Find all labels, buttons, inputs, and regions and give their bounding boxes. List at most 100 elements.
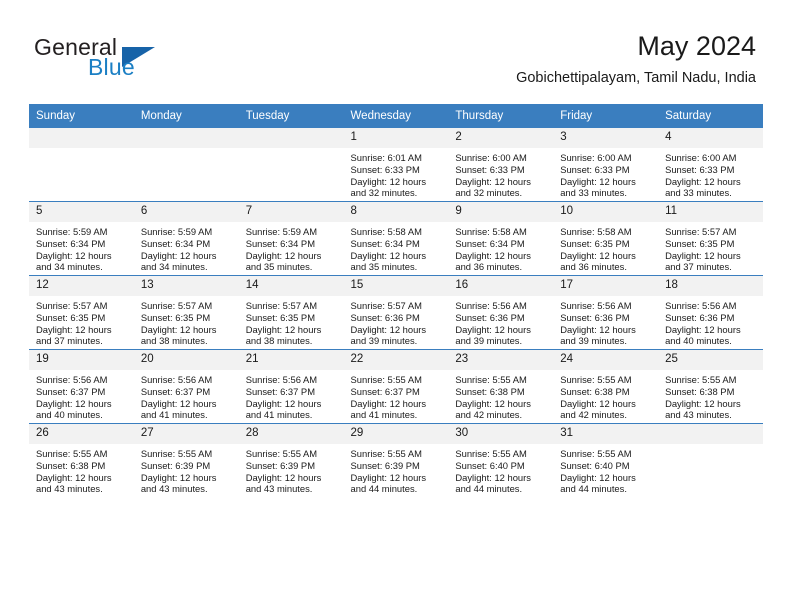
sunrise-text: Sunrise: 5:56 AM <box>665 300 737 311</box>
sunrise-text: Sunrise: 6:01 AM <box>350 152 422 163</box>
sunrise-text: Sunrise: 5:55 AM <box>140 448 213 459</box>
calendar-day-cell[interactable]: 9 Sunrise: 5:58 AM Sunset: 6:34 PM Daylight… <box>448 201 554 276</box>
calendar-day-cell[interactable]: 7 Sunrise: 5:59 AM Sunset: 6:34 PM Daylight… <box>238 201 344 276</box>
page-title: May 2024 <box>637 31 756 61</box>
calendar-day-cell[interactable]: 12 Sunrise: 5:57 AM Sunset: 6:35 PM Dayligh… <box>29 275 134 350</box>
weekday-header-sunday: Sunday <box>29 104 134 128</box>
calendar-day-cell[interactable]: 15 Sunrise: 5:57 AM Sunset: 6:36 PM Dayligh… <box>343 275 449 350</box>
sunrise-text: Sunrise: 6:00 AM <box>665 152 737 163</box>
sunrise-text: Sunrise: 5:58 AM <box>455 226 527 237</box>
calendar-day-cell[interactable]: 26 Sunrise: 5:55 AM Sunset: 6:38 PM Dayligh… <box>29 423 134 497</box>
daylight-text-line2: and 34 minutes. <box>140 261 208 273</box>
day-number <box>238 128 344 148</box>
day-details: Sunrise: 5:55 AM Sunset: 6:38 PM Daylight:… <box>658 370 763 421</box>
day-details: Sunrise: 5:55 AM Sunset: 6:39 PM Daylight:… <box>134 444 239 495</box>
daylight-text-line1: Daylight: 12 hours <box>350 175 427 187</box>
day-number: 19 <box>29 350 134 370</box>
general-blue-logo[interactable]: General Blue <box>34 34 234 86</box>
calendar-day-cell[interactable]: 31 Sunrise: 5:55 AM Sunset: 6:40 PM Dayligh… <box>553 423 659 497</box>
weekday-header-saturday: Saturday <box>658 104 763 128</box>
sunrise-text: Sunrise: 5:55 AM <box>36 448 108 459</box>
sunrise-text: Sunrise: 5:56 AM <box>245 374 318 385</box>
sunrise-text: Sunrise: 5:57 AM <box>245 300 318 311</box>
daylight-text-line2: and 41 minutes. <box>245 409 313 421</box>
calendar-day-cell[interactable]: 22 Sunrise: 5:55 AM Sunset: 6:37 PM Dayligh… <box>343 349 449 424</box>
calendar-day-cell[interactable]: 1 Sunrise: 6:01 AM Sunset: 6:33 PM Daylight… <box>343 128 449 202</box>
calendar-day-cell[interactable]: 20 Sunrise: 5:56 AM Sunset: 6:37 PM Dayligh… <box>133 349 239 424</box>
sunrise-text: Sunrise: 5:57 AM <box>665 226 737 237</box>
calendar-day-cell[interactable]: 23 Sunrise: 5:55 AM Sunset: 6:38 PM Dayligh… <box>448 349 554 424</box>
sunrise-text: Sunrise: 5:56 AM <box>455 300 527 311</box>
logo-text-blue: Blue <box>88 54 135 80</box>
sunset-text: Sunset: 6:38 PM <box>36 459 106 471</box>
day-details: Sunrise: 5:59 AM Sunset: 6:34 PM Daylight:… <box>134 222 239 273</box>
day-details: Sunrise: 5:58 AM Sunset: 6:34 PM Daylight:… <box>344 222 449 273</box>
daylight-text-line2: and 39 minutes. <box>455 335 523 347</box>
calendar-day-cell[interactable]: 4 Sunrise: 6:00 AM Sunset: 6:33 PM Daylight… <box>658 128 763 202</box>
calendar-day-cell[interactable]: 21 Sunrise: 5:56 AM Sunset: 6:37 PM Dayligh… <box>238 349 344 424</box>
daylight-text-line1: Daylight: 12 hours <box>140 471 217 483</box>
day-number <box>133 128 239 148</box>
day-details: Sunrise: 5:56 AM Sunset: 6:37 PM Daylight:… <box>239 370 344 421</box>
calendar-day-cell[interactable]: 29 Sunrise: 5:55 AM Sunset: 6:39 PM Dayligh… <box>343 423 449 497</box>
calendar-week-row: 12 Sunrise: 5:57 AM Sunset: 6:35 PM Dayligh… <box>29 275 763 350</box>
calendar-day-cell[interactable]: 24 Sunrise: 5:55 AM Sunset: 6:38 PM Dayligh… <box>553 349 659 424</box>
day-number: 27 <box>133 424 239 444</box>
sunset-text: Sunset: 6:34 PM <box>245 237 315 249</box>
sunrise-text: Sunrise: 6:00 AM <box>455 152 527 163</box>
calendar-grid: Sunday Monday Tuesday Wednesday Thursday Frid… <box>29 104 763 497</box>
daylight-text-line1: Daylight: 12 hours <box>350 397 427 409</box>
daylight-text-line2: and 33 minutes. <box>665 187 732 199</box>
sunset-text: Sunset: 6:35 PM <box>245 311 315 323</box>
calendar-day-cell[interactable]: 28 Sunrise: 5:55 AM Sunset: 6:39 PM Dayligh… <box>238 423 344 497</box>
day-details: Sunrise: 5:57 AM Sunset: 6:35 PM Daylight:… <box>239 296 344 347</box>
calendar-day-cell[interactable]: 5 Sunrise: 5:59 AM Sunset: 6:34 PM Daylight… <box>29 201 134 276</box>
calendar-day-cell[interactable]: 30 Sunrise: 5:55 AM Sunset: 6:40 PM Dayligh… <box>448 423 554 497</box>
daylight-text-line1: Daylight: 12 hours <box>560 397 636 409</box>
daylight-text-line2: and 43 minutes. <box>140 483 208 495</box>
daylight-text-line1: Daylight: 12 hours <box>455 249 531 261</box>
sunrise-text: Sunrise: 5:55 AM <box>350 448 422 459</box>
daylight-text-line1: Daylight: 12 hours <box>665 323 741 335</box>
day-details: Sunrise: 5:55 AM Sunset: 6:40 PM Daylight:… <box>448 444 553 495</box>
calendar-day-cell[interactable]: 16 Sunrise: 5:56 AM Sunset: 6:36 PM Dayligh… <box>448 275 554 350</box>
day-details: Sunrise: 5:55 AM Sunset: 6:37 PM Daylight:… <box>344 370 449 421</box>
daylight-text-line2: and 42 minutes. <box>560 409 627 421</box>
day-details: Sunrise: 5:57 AM Sunset: 6:35 PM Daylight:… <box>658 222 763 273</box>
calendar-day-cell[interactable]: 2 Sunrise: 6:00 AM Sunset: 6:33 PM Daylight… <box>448 128 554 202</box>
sunset-text: Sunset: 6:39 PM <box>350 459 420 471</box>
title-block: May 2024 Gobichettipalayam, Tamil Nadu, … <box>516 30 756 87</box>
day-number: 29 <box>343 424 449 444</box>
daylight-text-line2: and 40 minutes. <box>36 409 103 421</box>
calendar-day-cell[interactable]: 19 Sunrise: 5:56 AM Sunset: 6:37 PM Dayligh… <box>29 349 134 424</box>
calendar-day-cell[interactable]: 14 Sunrise: 5:57 AM Sunset: 6:35 PM Dayligh… <box>238 275 344 350</box>
day-details: Sunrise: 5:59 AM Sunset: 6:34 PM Daylight:… <box>29 222 134 273</box>
calendar-day-cell[interactable]: 6 Sunrise: 5:59 AM Sunset: 6:34 PM Daylight… <box>133 201 239 276</box>
calendar-day-cell[interactable]: 8 Sunrise: 5:58 AM Sunset: 6:34 PM Daylight… <box>343 201 449 276</box>
day-number: 3 <box>553 128 659 148</box>
calendar-week-row: 19 Sunrise: 5:56 AM Sunset: 6:37 PM Dayligh… <box>29 349 763 424</box>
calendar-day-cell[interactable]: 13 Sunrise: 5:57 AM Sunset: 6:35 PM Dayligh… <box>133 275 239 350</box>
day-number: 25 <box>658 350 763 370</box>
day-details: Sunrise: 6:00 AM Sunset: 6:33 PM Daylight:… <box>448 148 553 199</box>
calendar-day-cell[interactable]: 27 Sunrise: 5:55 AM Sunset: 6:39 PM Dayligh… <box>133 423 239 497</box>
daylight-text-line1: Daylight: 12 hours <box>665 175 741 187</box>
daylight-text-line2: and 35 minutes. <box>245 261 313 273</box>
calendar-day-cell[interactable]: 11 Sunrise: 5:57 AM Sunset: 6:35 PM Dayligh… <box>658 201 763 276</box>
sunset-text: Sunset: 6:34 PM <box>140 237 211 249</box>
sunrise-text: Sunrise: 5:55 AM <box>665 374 737 385</box>
calendar-day-cell[interactable]: 18 Sunrise: 5:56 AM Sunset: 6:36 PM Dayligh… <box>658 275 763 350</box>
calendar-day-cell[interactable]: 25 Sunrise: 5:55 AM Sunset: 6:38 PM Dayligh… <box>658 349 763 424</box>
calendar-day-cell[interactable]: 10 Sunrise: 5:58 AM Sunset: 6:35 PM Dayligh… <box>553 201 659 276</box>
calendar-day-cell[interactable]: 3 Sunrise: 6:00 AM Sunset: 6:33 PM Daylight… <box>553 128 659 202</box>
sunrise-text: Sunrise: 5:58 AM <box>560 226 632 237</box>
daylight-text-line1: Daylight: 12 hours <box>36 471 112 483</box>
daylight-text-line1: Daylight: 12 hours <box>350 323 427 335</box>
day-details: Sunrise: 5:55 AM Sunset: 6:38 PM Daylight:… <box>29 444 134 495</box>
sunrise-text: Sunrise: 5:56 AM <box>36 374 108 385</box>
day-number: 1 <box>343 128 449 148</box>
calendar-day-cell[interactable]: 17 Sunrise: 5:56 AM Sunset: 6:36 PM Dayligh… <box>553 275 659 350</box>
daylight-text-line1: Daylight: 12 hours <box>350 249 427 261</box>
day-number: 30 <box>448 424 554 444</box>
daylight-text-line1: Daylight: 12 hours <box>455 323 531 335</box>
